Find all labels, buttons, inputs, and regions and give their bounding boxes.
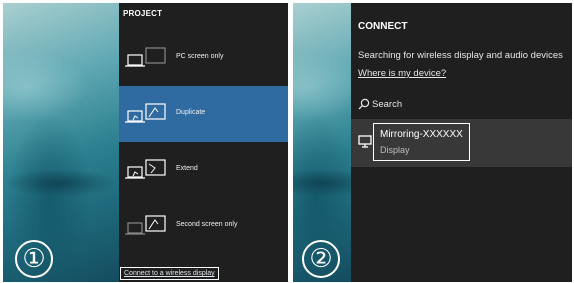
where-is-my-device-link[interactable]: Where is my device? (358, 68, 446, 79)
option-label: Duplicate (176, 109, 206, 116)
connect-screenshot: ② CONNECT Searching for wireless display… (293, 3, 572, 282)
option-extend[interactable]: Extend (119, 142, 288, 198)
option-label: Second screen only (176, 221, 238, 228)
option-duplicate[interactable]: Duplicate (119, 86, 288, 142)
search-label: Search (372, 99, 403, 110)
connect-panel: CONNECT Searching for wireless display a… (351, 3, 572, 282)
option-second-screen-only[interactable]: Second screen only (119, 198, 288, 254)
project-title: PROJECT (123, 9, 163, 18)
project-panel: PROJECT PC screen only Duplicate Extend … (119, 3, 288, 282)
option-label: Extend (176, 165, 198, 172)
pc-screen-only-icon (125, 47, 166, 67)
step-number-1: ① (15, 240, 53, 278)
connect-title: CONNECT (358, 21, 408, 32)
option-pc-screen-only[interactable]: PC screen only (119, 30, 288, 86)
device-name: Mirroring-XXXXXX (380, 129, 463, 140)
device-type: Display (380, 145, 410, 155)
option-label: PC screen only (176, 53, 224, 60)
searching-status: Searching for wireless display and audio… (358, 50, 563, 61)
extend-icon (125, 159, 166, 179)
step-number-2: ② (302, 240, 340, 278)
monitor-icon (358, 135, 372, 148)
project-screenshot: ① PROJECT PC screen only Duplicate Exten… (3, 3, 288, 282)
duplicate-icon (125, 103, 166, 123)
second-screen-only-icon (125, 215, 166, 235)
desktop-wallpaper (3, 3, 119, 282)
device-highlight-box[interactable]: Mirroring-XXXXXX Display (373, 123, 470, 161)
device-item[interactable]: Mirroring-XXXXXX Display (351, 119, 572, 167)
connect-wireless-display-link[interactable]: Connect to a wireless display (120, 267, 219, 280)
search-icon (358, 98, 370, 110)
